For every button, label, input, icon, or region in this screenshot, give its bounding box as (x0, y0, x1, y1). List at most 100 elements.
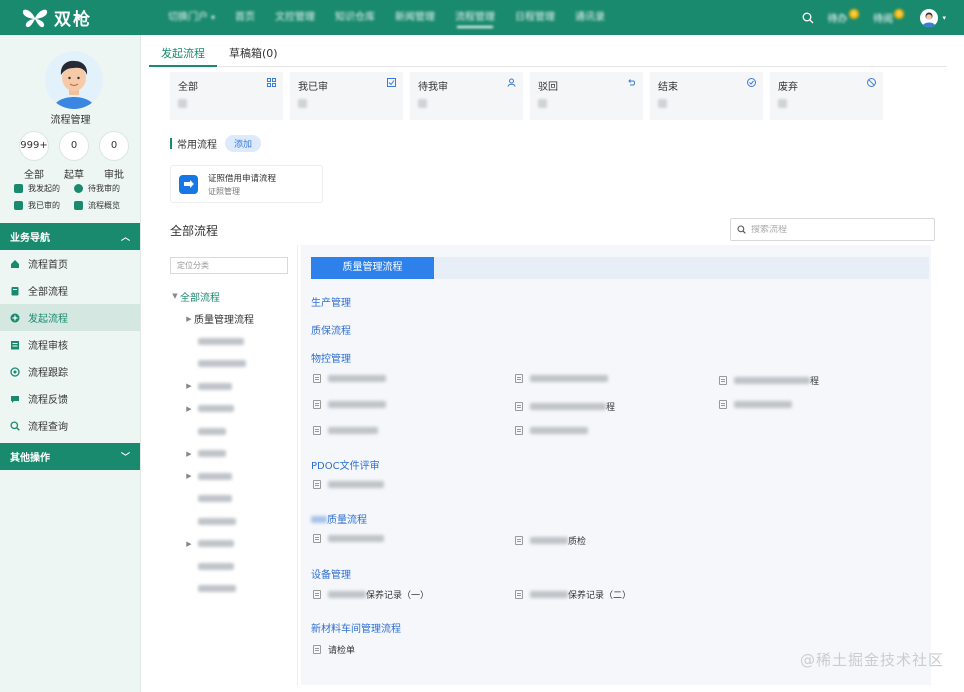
search-icon[interactable] (802, 12, 814, 24)
group-title: 质保流程 (311, 326, 351, 337)
common-process-card[interactable]: 证照借用申请流程 证照管理 (170, 165, 323, 203)
redacted-text (734, 401, 792, 408)
stats-row: 999+ 全部 0 起草 0 审批 (14, 131, 134, 181)
tree-node[interactable] (170, 578, 298, 601)
nav-schedule[interactable]: 日程管理 (505, 0, 565, 35)
menu-process-query[interactable]: 流程查询 (0, 412, 140, 439)
document-icon (515, 590, 523, 599)
stat-all[interactable]: 999+ 全部 (14, 131, 54, 181)
user-icon (507, 78, 516, 87)
app-logo[interactable]: 双枪 (0, 5, 150, 30)
document-icon (14, 201, 23, 210)
quick-link-pending[interactable]: 待我审的 (74, 183, 134, 194)
document-icon (313, 426, 321, 435)
process-item[interactable] (719, 400, 792, 409)
nav-process[interactable]: 流程管理 (445, 0, 505, 35)
nav-news[interactable]: 新闻管理 (385, 0, 445, 35)
process-item[interactable] (313, 374, 386, 383)
nav-doc-control[interactable]: 文控管理 (265, 0, 325, 35)
quick-link-initiated[interactable]: 我发起的 (14, 183, 74, 194)
redacted-text (530, 403, 606, 410)
process-item[interactable]: 程 (719, 374, 819, 387)
tree-search-input[interactable]: 定位分类 (170, 257, 288, 274)
group-title: 质量流程 (311, 511, 367, 526)
nav-contacts[interactable]: 通讯录 (565, 0, 615, 35)
menu-all-process[interactable]: 全部流程 (0, 277, 140, 304)
stat-approve[interactable]: 0 审批 (94, 131, 134, 181)
process-item[interactable]: 程 (515, 400, 615, 413)
stat-value: 0 (99, 131, 129, 161)
status-card-discarded[interactable]: 废弃 (770, 72, 883, 120)
toread-link[interactable]: 待阅 0 (873, 8, 905, 25)
menu-process-review[interactable]: 流程审核 (0, 331, 140, 358)
todo-link[interactable]: 待办 0 (828, 8, 860, 25)
stat-draft[interactable]: 0 起草 (54, 131, 94, 181)
nav-switch-portal[interactable]: 切换门户 ▾ (158, 0, 225, 35)
status-card-rejected[interactable]: 驳回 (530, 72, 643, 120)
tree-node[interactable]: ▶ (170, 533, 298, 556)
category-tab-active[interactable]: 质量管理流程 (311, 257, 434, 279)
status-count-redacted (298, 99, 307, 108)
tree-node[interactable] (170, 420, 298, 443)
process-search[interactable] (730, 218, 935, 241)
tab-drafts[interactable]: 草稿箱(0) (217, 41, 290, 66)
redacted-text (530, 427, 588, 434)
status-card-reviewed[interactable]: 我已审 (290, 72, 403, 120)
redacted-text (198, 562, 234, 570)
process-app-icon (179, 174, 198, 194)
menu-start-process[interactable]: 发起流程 (0, 304, 140, 331)
tree-node[interactable] (170, 330, 298, 353)
redacted-text (328, 375, 386, 382)
nav-knowledge[interactable]: 知识仓库 (325, 0, 385, 35)
group-title: 新材料车间管理流程 (311, 624, 401, 635)
tree-node[interactable] (170, 488, 298, 511)
tree-node[interactable] (170, 353, 298, 376)
tree-node[interactable]: ▶ (170, 465, 298, 488)
quick-link-overview[interactable]: 流程概览 (74, 200, 134, 211)
tab-start-process[interactable]: 发起流程 (149, 41, 217, 67)
menu-process-feedback[interactable]: 流程反馈 (0, 385, 140, 412)
document-icon (313, 534, 321, 543)
process-item[interactable]: 保养记录（二） (515, 588, 631, 601)
tree-root[interactable]: ▼ 全部流程 (170, 285, 298, 308)
search-input[interactable] (751, 224, 921, 235)
group-title: PDOC文件评审 (311, 461, 380, 472)
process-item[interactable]: 质检 (515, 534, 586, 547)
status-card-all[interactable]: 全部 (170, 72, 283, 120)
status-count-redacted (778, 99, 787, 108)
menu-process-tracking[interactable]: 流程跟踪 (0, 358, 140, 385)
process-item[interactable] (313, 480, 384, 489)
business-nav-header[interactable]: 业务导航 ︿ (0, 223, 140, 250)
tree-node[interactable] (170, 510, 298, 533)
process-item[interactable]: 请检单 (313, 643, 355, 656)
status-card-finished[interactable]: 结束 (650, 72, 763, 120)
process-item[interactable] (313, 426, 378, 435)
nav-home[interactable]: 首页 (225, 0, 265, 35)
process-item[interactable] (515, 426, 588, 435)
other-ops-header[interactable]: 其他操作 ﹀ (0, 443, 140, 470)
document-icon (313, 590, 321, 599)
document-icon (313, 400, 321, 409)
process-item[interactable] (313, 534, 384, 543)
common-process-header: 常用流程 添加 (170, 135, 262, 152)
tree-node[interactable]: ▶ (170, 375, 298, 398)
document-icon (719, 376, 727, 385)
process-item[interactable] (313, 400, 386, 409)
status-card-pending[interactable]: 待我审 (410, 72, 523, 120)
tree-node[interactable]: ▶ (170, 443, 298, 466)
quick-link-reviewed[interactable]: 我已审的 (14, 200, 74, 211)
process-item[interactable]: 保养记录（一） (313, 588, 429, 601)
tree-node[interactable]: ▶ (170, 398, 298, 421)
user-avatar[interactable] (920, 8, 939, 27)
caret-down-icon: ▼ (172, 292, 178, 301)
menu-process-home[interactable]: 流程首页 (0, 250, 140, 277)
tree-node[interactable] (170, 555, 298, 578)
redacted-text (198, 495, 232, 503)
toread-badge: 0 (894, 8, 905, 19)
tree-node[interactable]: ▶ 质量管理流程 (170, 308, 298, 331)
chevron-down-icon[interactable]: ▾ (942, 14, 946, 22)
process-item[interactable] (515, 374, 608, 383)
all-process-title: 全部流程 (170, 224, 219, 238)
redacted-text (198, 360, 246, 368)
add-common-button[interactable]: 添加 (225, 135, 262, 152)
